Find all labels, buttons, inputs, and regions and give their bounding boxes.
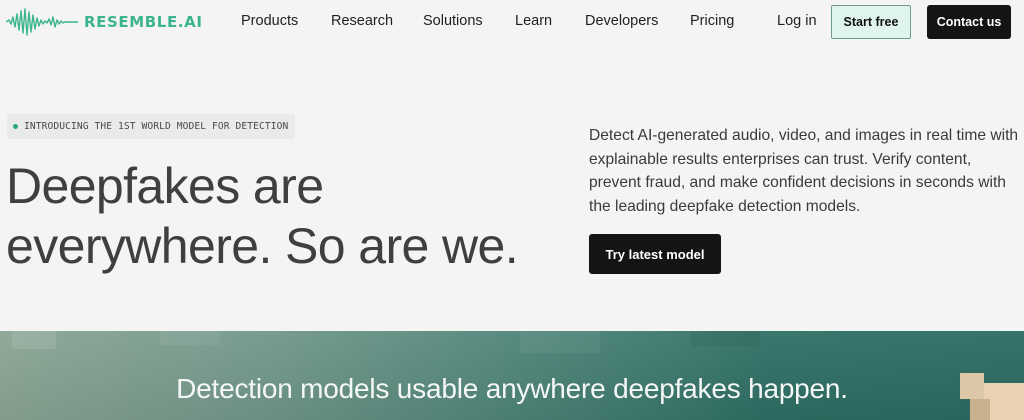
hero-description: Detect AI-generated audio, video, and im… (589, 127, 1019, 215)
try-latest-model-button[interactable]: Try latest model (589, 234, 721, 274)
contact-us-button[interactable]: Contact us (927, 5, 1011, 39)
decorative-pixel (520, 331, 600, 353)
nav-research[interactable]: Research (331, 13, 393, 29)
nav-learn[interactable]: Learn (515, 13, 552, 29)
status-dot-icon (13, 124, 18, 129)
nav-pricing[interactable]: Pricing (690, 13, 734, 29)
start-free-button[interactable]: Start free (831, 5, 911, 39)
site-header: RESEMBLE.AI Products Research Solutions … (0, 0, 1024, 44)
nav-products[interactable]: Products (241, 13, 298, 29)
login-link[interactable]: Log in (777, 13, 817, 29)
decorative-pixel (160, 331, 220, 345)
detection-band: Detection models usable anywhere deepfak… (0, 331, 1024, 420)
decorative-pixel (12, 331, 56, 349)
nav-solutions[interactable]: Solutions (423, 13, 483, 29)
intro-badge: INTRODUCING THE 1ST WORLD MODEL FOR DETE… (7, 114, 296, 139)
hero-title: Deepfakes are everywhere. So are we. (6, 156, 566, 276)
band-heading: Detection models usable anywhere deepfak… (176, 373, 848, 404)
intro-badge-text: INTRODUCING THE 1ST WORLD MODEL FOR DETE… (24, 121, 289, 132)
hero-title-line-2: everywhere. So are we. (6, 218, 519, 274)
main-nav: Products Research Solutions Learn Develo… (0, 13, 760, 31)
nav-developers[interactable]: Developers (585, 13, 658, 29)
hero-title-line-1: Deepfakes are (6, 158, 324, 214)
decorative-pixel (690, 331, 760, 347)
